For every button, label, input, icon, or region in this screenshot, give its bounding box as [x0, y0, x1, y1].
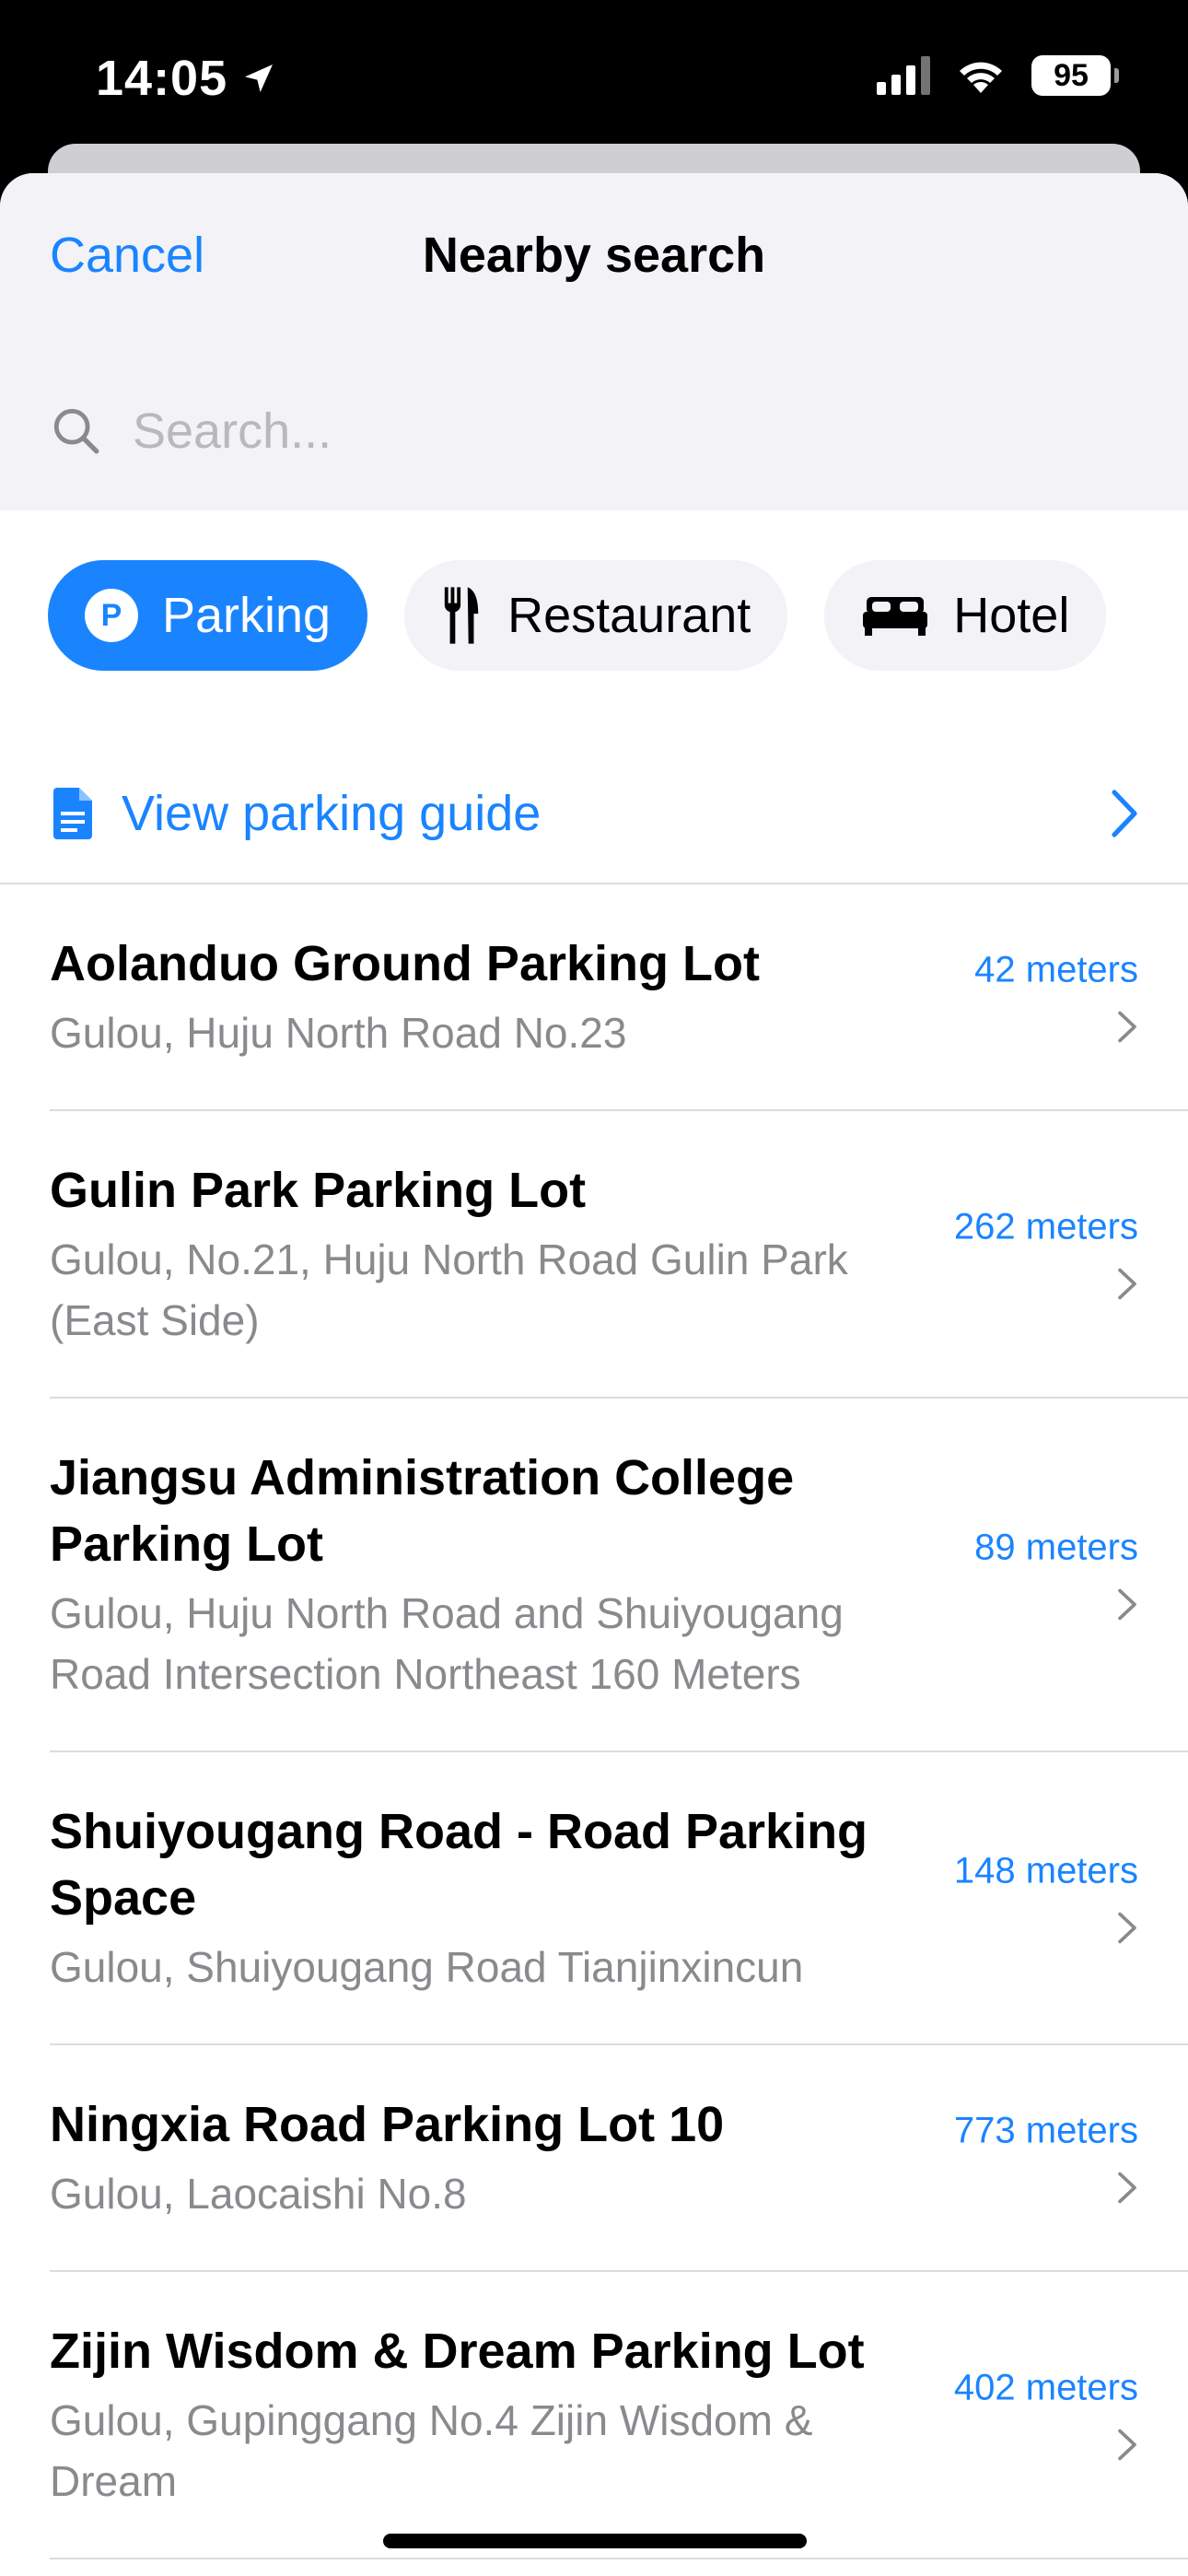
chevron-right-icon — [1118, 2172, 1136, 2204]
distance-label: 773 meters — [953, 2110, 1138, 2151]
view-parking-guide-label: View parking guide — [122, 786, 542, 841]
list-item[interactable]: Shuiyougang Road - Road Parking Space Gu… — [50, 1752, 1188, 2045]
sheet-header: Nearby search Cancel — [0, 173, 1188, 510]
status-icons: 95 — [877, 55, 1119, 96]
cellular-signal-icon — [877, 56, 930, 95]
chevron-right-icon — [1118, 1011, 1136, 1043]
list-item[interactable]: Ningxia Road Parking Lot 10 Gulou, Laoca… — [50, 2045, 1188, 2272]
distance-block: 773 meters — [954, 2111, 1138, 2206]
cancel-button[interactable]: Cancel — [50, 227, 204, 284]
list-item[interactable]: Zijin Wisdom & Dream Parking Lot Gulou, … — [50, 2272, 1188, 2559]
place-address: Gulou, Huju North Road No.23 — [50, 1009, 627, 1057]
place-name: Zijin Wisdom & Dream Parking Lot — [50, 2324, 865, 2379]
chevron-right-icon — [1118, 2429, 1136, 2461]
chip-label: Restaurant — [507, 588, 751, 643]
distance-label: 89 meters — [974, 1527, 1138, 1568]
time-label: 14:05 — [96, 51, 228, 106]
list-item[interactable]: Aolanduo Ground Parking Lot Gulou, Huju … — [50, 884, 1188, 1111]
document-icon — [53, 788, 92, 839]
wifi-icon — [960, 62, 1002, 93]
place-name: Aolanduo Ground Parking Lot — [50, 936, 760, 991]
distance-block: 42 meters — [974, 950, 1138, 1045]
search-bar[interactable] — [50, 402, 963, 461]
chip-label: Parking — [162, 588, 332, 643]
location-arrow-icon — [245, 64, 274, 92]
nearby-search-sheet: Nearby search Cancel P Parking Restauran… — [0, 173, 1188, 2576]
search-input[interactable] — [131, 402, 963, 461]
battery-level: 95 — [1054, 57, 1089, 93]
bed-icon — [863, 597, 928, 636]
distance-block: 402 meters — [954, 2368, 1138, 2463]
results-list: Aolanduo Ground Parking Lot Gulou, Huju … — [0, 884, 1188, 2559]
place-address: Gulou, Huju North Road and Shuiyougang R… — [50, 1589, 844, 1698]
place-address: Gulou, No.21, Huju North Road Gulin Park… — [50, 1235, 848, 1344]
fork-knife-icon — [444, 587, 479, 644]
battery-icon: 95 — [1031, 55, 1119, 96]
place-name: Ningxia Road Parking Lot 10 — [50, 2097, 725, 2152]
home-indicator[interactable] — [383, 2534, 807, 2548]
place-address: Gulou, Gupinggang No.4 Zijin Wisdom & Dr… — [50, 2396, 813, 2505]
category-chip-hotel[interactable]: Hotel — [824, 560, 1107, 671]
distance-block: 148 meters — [954, 1851, 1138, 1946]
parking-icon: P — [85, 589, 138, 642]
chip-label: Hotel — [953, 588, 1070, 643]
place-name: Shuiyougang Road - Road Parking Space — [50, 1804, 868, 1926]
category-chips: P Parking Restaurant Hotel — [48, 560, 1107, 671]
distance-label: 262 meters — [953, 1206, 1138, 1247]
chevron-right-icon — [1118, 1588, 1136, 1621]
place-name: Jiangsu Administration College Parking L… — [50, 1450, 795, 1572]
chevron-right-icon — [1118, 1912, 1136, 1944]
place-name: Gulin Park Parking Lot — [50, 1163, 587, 1218]
category-chip-parking[interactable]: P Parking — [48, 560, 368, 671]
place-address: Gulou, Shuiyougang Road Tianjinxincun — [50, 1943, 804, 1991]
distance-block: 89 meters — [974, 1528, 1138, 1622]
chevron-right-icon — [1112, 790, 1137, 837]
list-item[interactable]: Jiangsu Administration College Parking L… — [50, 1399, 1188, 1752]
status-time: 14:05 — [96, 50, 277, 107]
search-icon — [53, 408, 99, 454]
distance-label: 402 meters — [953, 2367, 1138, 2408]
list-item[interactable]: Gulin Park Parking Lot Gulou, No.21, Huj… — [50, 1111, 1188, 1399]
chevron-right-icon — [1118, 1268, 1136, 1300]
page-title-label: Nearby search — [422, 228, 766, 283]
status-bar: 14:05 95 — [0, 0, 1188, 157]
view-parking-guide-row[interactable]: View parking guide — [0, 744, 1188, 884]
category-chip-restaurant[interactable]: Restaurant — [404, 560, 788, 671]
distance-label: 42 meters — [974, 949, 1138, 990]
distance-label: 148 meters — [953, 1850, 1138, 1891]
distance-block: 262 meters — [954, 1207, 1138, 1302]
place-address: Gulou, Laocaishi No.8 — [50, 2170, 467, 2218]
